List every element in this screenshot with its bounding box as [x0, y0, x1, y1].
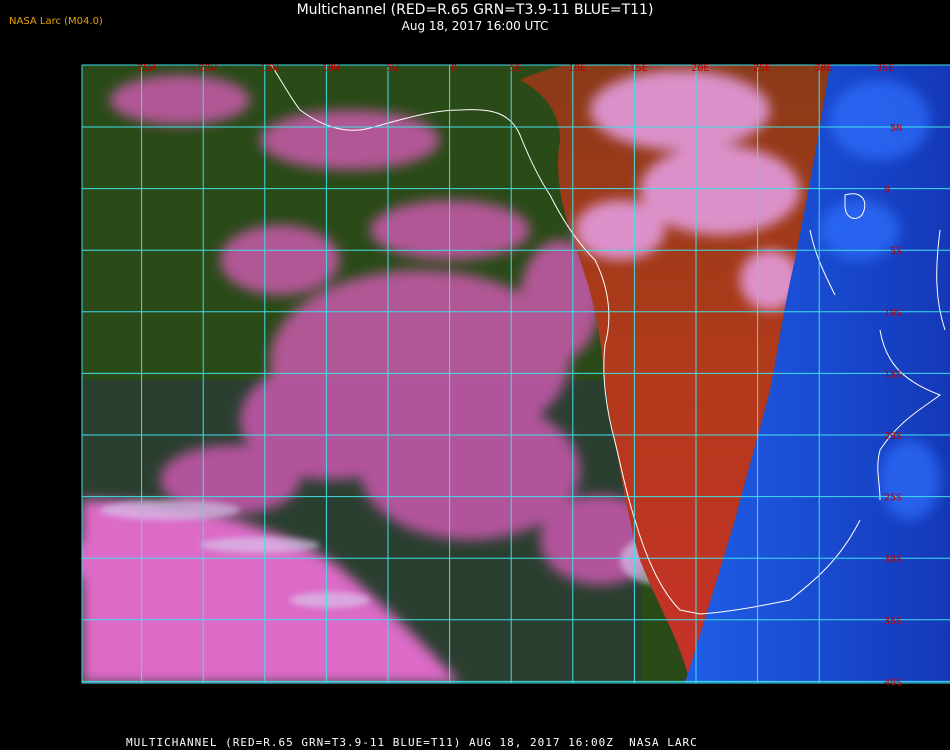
- latitude-label: 5S: [890, 246, 902, 257]
- latitude-label: 35S: [884, 616, 902, 627]
- latitude-label: 15S: [884, 369, 902, 380]
- longitude-label: 25W: [137, 63, 156, 74]
- longitude-label: 25E: [753, 63, 771, 74]
- image-timestamp: Aug 18, 2017 16:00 UTC: [401, 19, 549, 33]
- footer-caption: MULTICHANNEL (RED=R.65 GRN=T3.9-11 BLUE=…: [126, 736, 698, 749]
- satellite-map: 25W 20W 15W 10W 5W 0 5E 10E 15E 20E 25E 30E 35E 5N 0 5S…: [81, 63, 950, 688]
- latitude-label: 25S: [884, 493, 902, 504]
- longitude-label: 15E: [630, 63, 648, 74]
- longitude-label: 35E: [876, 63, 894, 74]
- longitude-label: 20W: [199, 63, 218, 74]
- credit-label: NASA Larc (M04.0): [9, 16, 103, 27]
- latitude-label: 10S: [884, 308, 902, 319]
- longitude-label: 10E: [568, 63, 586, 74]
- latitude-label: 5N: [890, 123, 902, 134]
- image-title: Multichannel (RED=R.65 GRN=T3.9-11 BLUE=…: [296, 2, 654, 18]
- satellite-imagery: [82, 65, 950, 683]
- longitude-label: 5W: [386, 63, 399, 74]
- longitude-label: 5E: [510, 63, 522, 74]
- longitude-label: 20E: [691, 63, 709, 74]
- longitude-label: 15W: [260, 63, 279, 74]
- longitude-label: 0: [451, 63, 457, 74]
- latitude-label: 0: [884, 185, 890, 196]
- latitude-label: 20S: [884, 431, 902, 442]
- longitude-label: 10W: [322, 63, 341, 74]
- latitude-label: 40S: [884, 677, 902, 688]
- longitude-label: 30E: [815, 63, 833, 74]
- latitude-label: 30S: [884, 554, 902, 565]
